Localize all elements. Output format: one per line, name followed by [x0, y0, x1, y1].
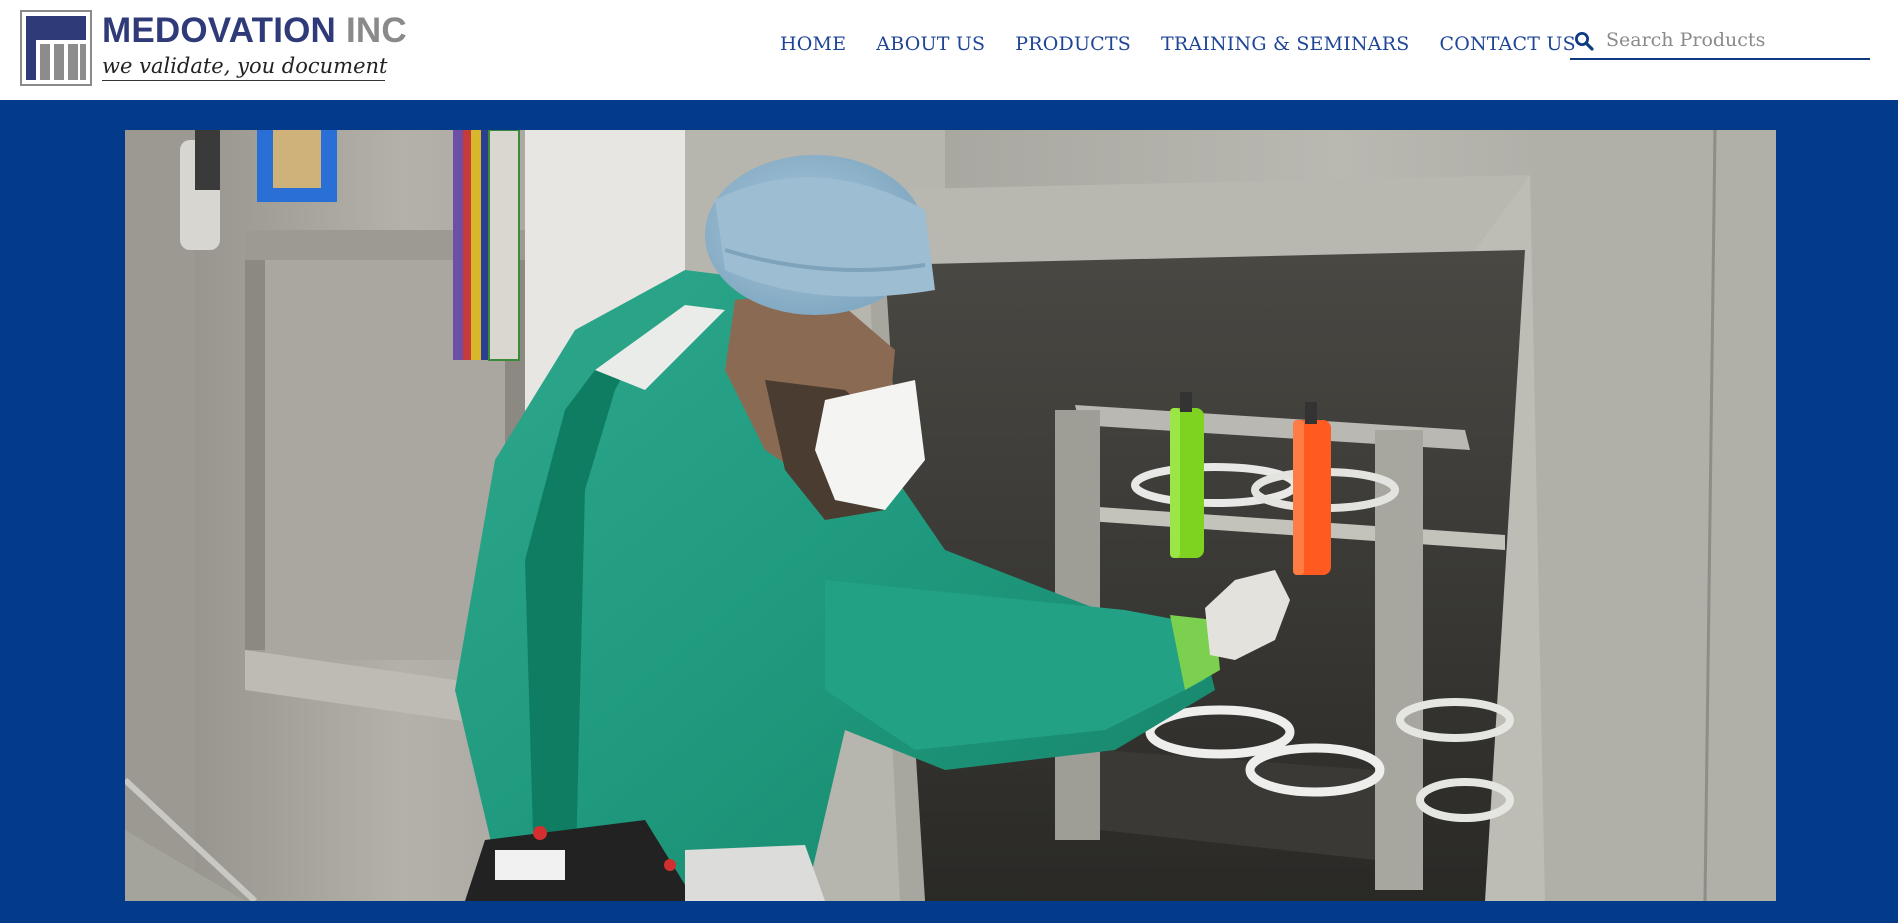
logo-mark-icon — [20, 10, 92, 86]
nav-products[interactable]: PRODUCTS — [1015, 33, 1131, 55]
brand-name-suffix: INC — [345, 11, 407, 50]
site-header: MEDOVATION INC we validate, you document… — [0, 0, 1898, 100]
nav-training-seminars[interactable]: TRAINING & SEMINARS — [1161, 33, 1409, 55]
brand-tagline: we validate, you document — [102, 54, 387, 81]
search-input[interactable] — [1606, 26, 1861, 54]
hero-photo-illustration — [125, 130, 1776, 901]
brand-logo[interactable]: MEDOVATION INC we validate, you document — [20, 10, 407, 90]
brand-name: MEDOVATION INC — [102, 12, 407, 50]
nav-about-us[interactable]: ABOUT US — [876, 33, 985, 55]
brand-name-main: MEDOVATION — [102, 11, 337, 50]
nav-home[interactable]: HOME — [780, 33, 846, 55]
product-search — [1570, 22, 1870, 60]
hero-image — [125, 130, 1776, 901]
search-icon[interactable] — [1574, 31, 1594, 51]
main-nav: HOME ABOUT US PRODUCTS TRAINING & SEMINA… — [780, 30, 1576, 58]
nav-contact-us[interactable]: CONTACT US — [1439, 33, 1575, 55]
